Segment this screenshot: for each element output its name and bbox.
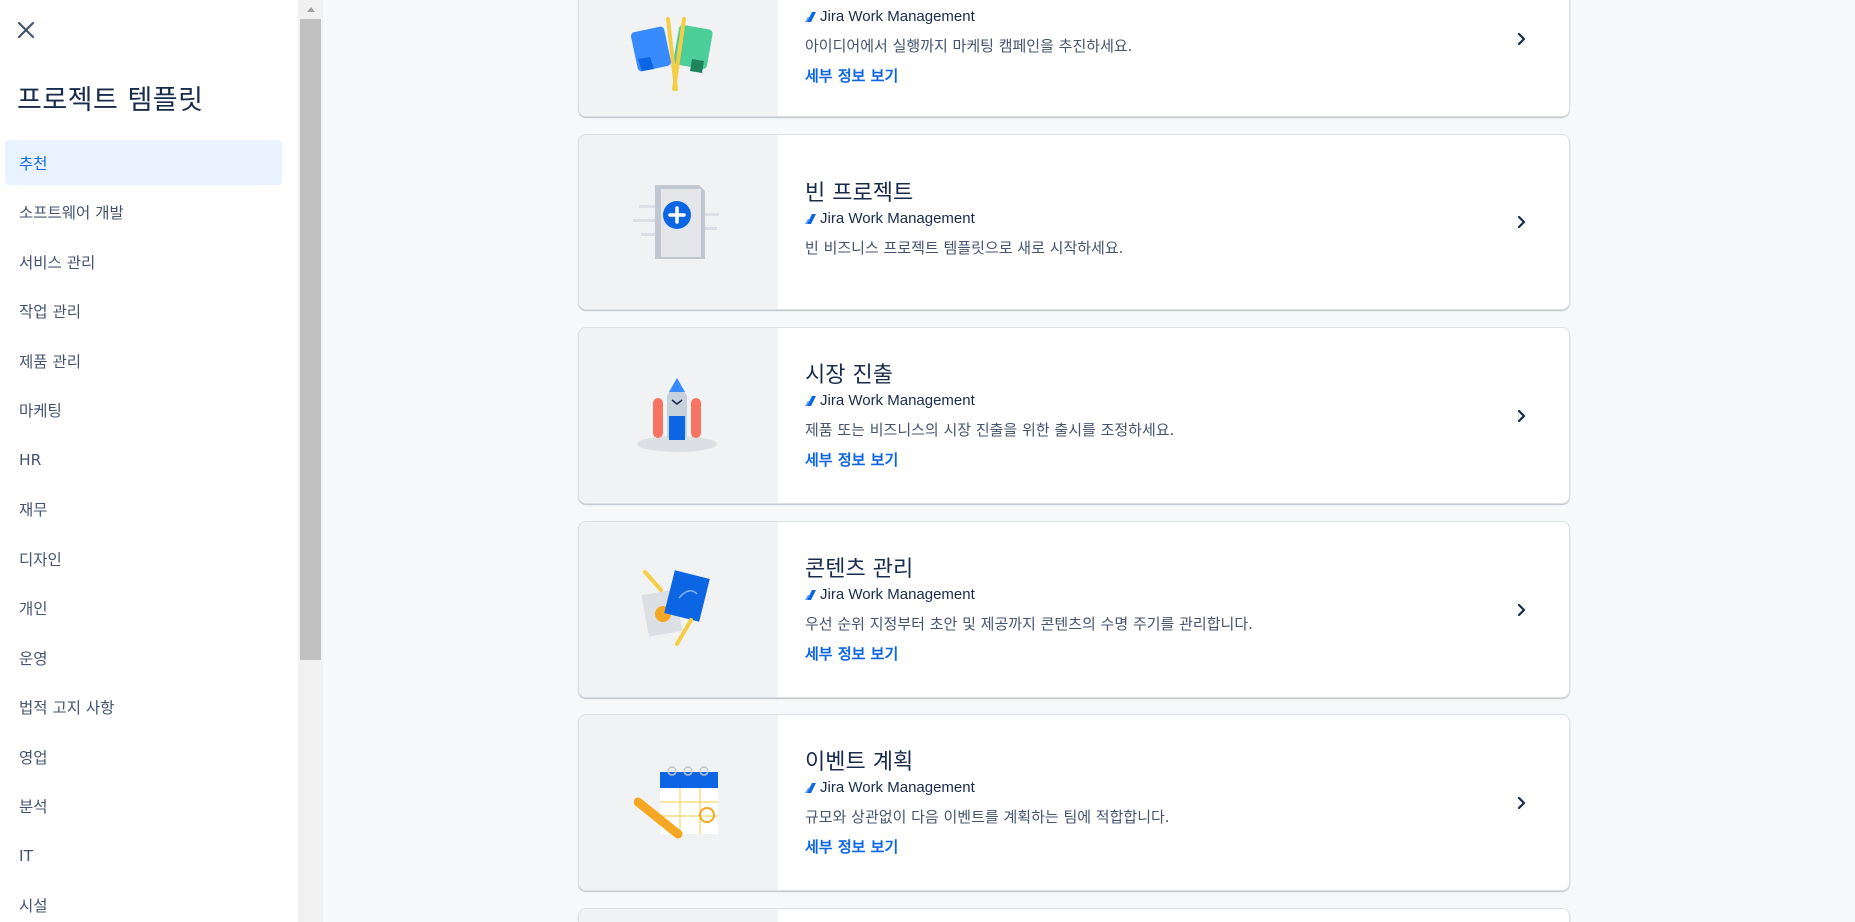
- sidebar-item-label: HR: [19, 450, 42, 469]
- sidebar-item-label: 마케팅: [19, 402, 62, 420]
- page-title: 프로젝트 템플릿: [17, 85, 204, 116]
- sidebar-item-label: 디자인: [19, 550, 62, 569]
- jira-logo-icon: [805, 589, 816, 600]
- card-title: 시장 진출: [805, 363, 893, 388]
- card-illustration: [579, 909, 778, 922]
- sidebar-item-label: 시설: [19, 897, 48, 915]
- sidebar-item-sales[interactable]: 영업: [5, 734, 282, 779]
- jira-logo-icon: [805, 11, 816, 22]
- calendar-illustration-icon: [633, 765, 718, 838]
- sidebar-item-label: 소프트웨어 개발: [19, 204, 124, 222]
- template-sidebar: 프로젝트 템플릿 추천 소프트웨어 개발 서비스 관리 작업 관리 제품 관리 …: [0, 0, 298, 922]
- view-details-link[interactable]: 세부 정보 보기: [805, 65, 898, 86]
- product-name: Jira Work Management: [820, 8, 975, 25]
- sidebar-item-operations[interactable]: 운영: [5, 635, 282, 680]
- sidebar-item-label: 운영: [19, 649, 48, 668]
- product-label: Jira Work Management: [805, 210, 1509, 227]
- sidebar-item-software-development[interactable]: 소프트웨어 개발: [5, 190, 282, 235]
- sidebar-item-work-management[interactable]: 작업 관리: [5, 289, 282, 334]
- chevron-right-icon: [1511, 600, 1531, 620]
- flags-illustration-icon: [630, 16, 713, 91]
- sidebar-item-label: 개인: [19, 600, 48, 618]
- card-description: 우선 순위 지정부터 초안 및 제공까지 콘텐츠의 수명 주기를 관리합니다.: [805, 615, 1253, 633]
- sidebar-item-label: 서비스 관리: [19, 253, 96, 272]
- sidebar-item-label: 작업 관리: [19, 303, 81, 321]
- template-card[interactable]: [578, 908, 1570, 922]
- card-illustration: [579, 328, 778, 503]
- template-card[interactable]: Jira Work Management 아이디어에서 실행까지 마케팅 캠페인…: [578, 0, 1570, 117]
- sidebar-item-product-management[interactable]: 제품 관리: [5, 338, 282, 383]
- card-title: 이벤트 계획: [805, 750, 914, 775]
- jira-logo-icon: [805, 213, 816, 224]
- sidebar-item-finance[interactable]: 재무: [5, 487, 282, 532]
- product-name: Jira Work Management: [820, 392, 975, 409]
- template-card[interactable]: 시장 진출 Jira Work Management 제품 또는 비즈니스의 시…: [578, 327, 1570, 504]
- sidebar-item-label: 제품 관리: [19, 352, 81, 371]
- view-details-link[interactable]: 세부 정보 보기: [805, 643, 898, 664]
- rocket-illustration-icon: [636, 377, 717, 452]
- sidebar-item-label: IT: [19, 846, 34, 865]
- chevron-right-icon: [1511, 212, 1531, 232]
- product-label: Jira Work Management: [805, 586, 1509, 603]
- close-button[interactable]: [12, 16, 40, 44]
- sidebar-item-label: 영업: [19, 748, 48, 767]
- view-details-link[interactable]: 세부 정보 보기: [805, 449, 898, 470]
- product-name: Jira Work Management: [820, 210, 975, 227]
- product-name: Jira Work Management: [820, 779, 975, 796]
- sidebar-scrollbar[interactable]: [298, 0, 323, 922]
- card-description: 규모와 상관없이 다음 이벤트를 계획하는 팀에 적합합니다.: [805, 808, 1170, 826]
- card-title: 콘텐츠 관리: [805, 557, 914, 582]
- card-illustration: [579, 715, 778, 890]
- sidebar-item-design[interactable]: 디자인: [5, 536, 282, 581]
- card-description: 빈 비즈니스 프로젝트 템플릿으로 새로 시작하세요.: [805, 239, 1124, 257]
- product-label: Jira Work Management: [805, 779, 1509, 796]
- chevron-right-icon: [1511, 29, 1531, 49]
- sidebar-item-facilities[interactable]: 시설: [5, 883, 282, 922]
- card-description: 아이디어에서 실행까지 마케팅 캠페인을 추진하세요.: [805, 37, 1133, 55]
- jira-logo-icon: [805, 782, 816, 793]
- card-illustration: [579, 522, 778, 697]
- sidebar-item-service-management[interactable]: 서비스 관리: [5, 239, 282, 284]
- sidebar-item-label: 재무: [19, 501, 48, 519]
- chevron-right-icon: [1511, 406, 1531, 426]
- sidebar-item-analytics[interactable]: 분석: [5, 784, 282, 829]
- scroll-up-button[interactable]: [298, 0, 323, 18]
- blank-project-illustration-icon: [632, 185, 719, 259]
- jira-logo-icon: [805, 395, 816, 406]
- sidebar-item-marketing[interactable]: 마케팅: [5, 388, 282, 433]
- close-icon: [17, 21, 35, 39]
- card-illustration: [579, 0, 778, 116]
- sidebar-item-recommended[interactable]: 추천: [5, 140, 282, 185]
- sidebar-item-legal[interactable]: 법적 고지 사항: [5, 685, 282, 730]
- sidebar-item-label: 추천: [19, 154, 48, 173]
- card-description: 제품 또는 비즈니스의 시장 진출을 위한 출시를 조정하세요.: [805, 421, 1175, 439]
- sidebar-item-it[interactable]: IT: [5, 833, 282, 878]
- scroll-thumb[interactable]: [300, 19, 321, 660]
- sidebar-item-label: 법적 고지 사항: [19, 699, 115, 717]
- product-label: Jira Work Management: [805, 392, 1509, 409]
- arrow-up-icon: [306, 6, 315, 12]
- sidebar-item-personal[interactable]: 개인: [5, 586, 282, 631]
- view-details-link[interactable]: 세부 정보 보기: [805, 836, 898, 857]
- chevron-right-icon: [1511, 793, 1531, 813]
- product-name: Jira Work Management: [820, 586, 975, 603]
- product-label: Jira Work Management: [805, 8, 1509, 25]
- card-illustration: [579, 135, 778, 309]
- sidebar-item-hr[interactable]: HR: [5, 437, 282, 482]
- sidebar-item-label: 분석: [19, 798, 48, 816]
- template-card[interactable]: 빈 프로젝트 Jira Work Management 빈 비즈니스 프로젝트 …: [578, 134, 1570, 310]
- template-card[interactable]: 콘텐츠 관리 Jira Work Management 우선 순위 지정부터 초…: [578, 521, 1570, 698]
- card-title: 빈 프로젝트: [805, 181, 914, 206]
- documents-illustration-icon: [641, 569, 710, 646]
- category-nav: 추천 소프트웨어 개발 서비스 관리 작업 관리 제품 관리 마케팅 HR 재무…: [5, 140, 282, 922]
- template-card[interactable]: 이벤트 계획 Jira Work Management 규모와 상관없이 다음 …: [578, 714, 1570, 891]
